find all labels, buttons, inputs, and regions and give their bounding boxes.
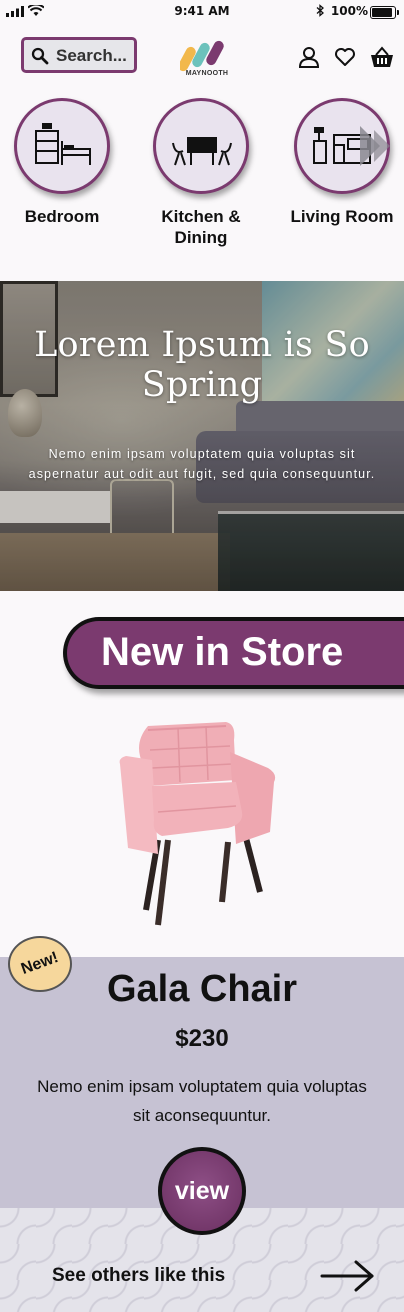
- product-name: Gala Chair: [106, 968, 298, 1010]
- battery-icon: [370, 6, 399, 19]
- heart-icon[interactable]: [334, 47, 356, 67]
- bedroom-icon: [35, 123, 91, 165]
- product-price: $230: [175, 1025, 229, 1052]
- view-button[interactable]: view: [158, 1147, 246, 1235]
- category-label: Bedroom: [24, 207, 100, 226]
- see-others-link[interactable]: See others like this: [52, 1265, 225, 1287]
- logo-text: MAYNOOTH: [185, 70, 229, 77]
- arrow-right-icon[interactable]: [318, 1258, 376, 1294]
- search-input[interactable]: [56, 45, 132, 67]
- account-icon[interactable]: [298, 46, 320, 68]
- section-title: New in Store: [101, 630, 344, 674]
- hero-banner[interactable]: Lorem Ipsum is So Spring Nemo enim ipsam…: [0, 281, 404, 591]
- search-box[interactable]: [21, 37, 137, 73]
- hero-title: Lorem Ipsum is So Spring: [34, 325, 370, 405]
- product-description: Nemo enim ipsam voluptatem quia voluptas…: [37, 1077, 367, 1125]
- category-circle: [14, 98, 110, 194]
- basket-icon[interactable]: [370, 46, 394, 68]
- hero-body: Nemo enim ipsam voluptatem quia voluptas…: [28, 447, 376, 481]
- search-icon: [31, 47, 49, 65]
- new-in-store-banner: New in Store: [63, 617, 404, 689]
- status-bar: 9:41 AM 100%: [0, 0, 404, 24]
- category-circle: [153, 98, 249, 194]
- dining-icon: [172, 137, 232, 166]
- chair-image[interactable]: [118, 720, 288, 932]
- category-label: Living Room: [290, 207, 394, 226]
- category-label: Kitchen & Dining: [161, 207, 241, 247]
- battery-percent: 100%: [330, 4, 368, 18]
- bluetooth-icon: [316, 4, 324, 17]
- carousel-next-icon[interactable]: [358, 116, 398, 176]
